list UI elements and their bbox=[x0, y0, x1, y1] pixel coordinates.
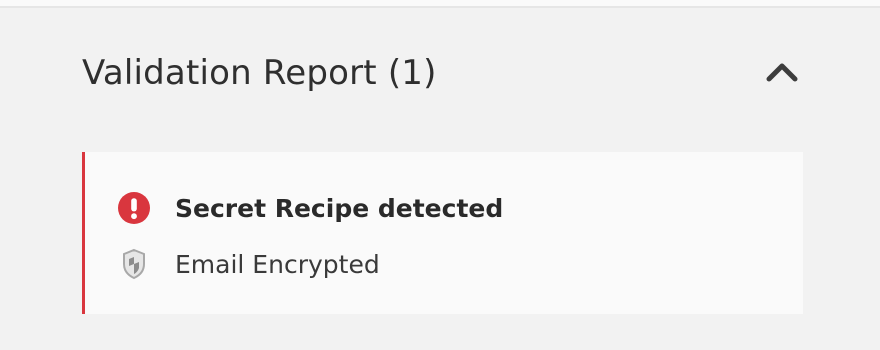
chevron-up-icon bbox=[766, 63, 798, 82]
validation-item-label: Secret Recipe detected bbox=[175, 193, 504, 223]
collapse-toggle-button[interactable] bbox=[762, 52, 802, 92]
validation-item-label: Email Encrypted bbox=[175, 249, 380, 279]
validation-item-error[interactable]: Secret Recipe detected bbox=[117, 188, 503, 228]
validation-report-header[interactable]: Validation Report (1) bbox=[82, 46, 802, 98]
validation-panel: Validation Report (1) Secret Recipe dete… bbox=[0, 0, 880, 350]
error-exclamation-icon bbox=[117, 191, 151, 225]
validation-item-info[interactable]: Email Encrypted bbox=[117, 244, 380, 284]
validation-report-title: Validation Report (1) bbox=[82, 53, 437, 93]
top-divider bbox=[0, 0, 880, 8]
validation-report-list: Secret Recipe detected Email Encrypted bbox=[82, 152, 803, 314]
shield-icon bbox=[117, 247, 151, 281]
